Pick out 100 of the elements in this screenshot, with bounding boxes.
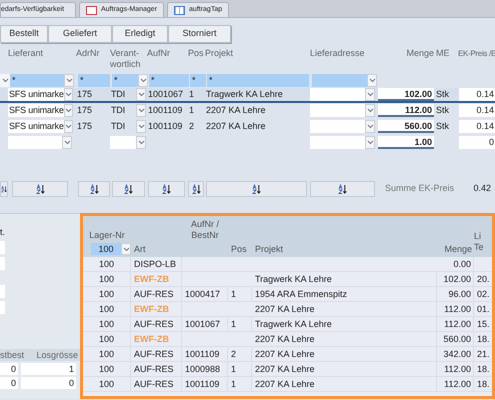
- input-field[interactable]: 0: [21, 377, 76, 389]
- table-cell: 20.: [474, 272, 492, 286]
- table-cell: 100: [83, 272, 131, 286]
- price-field[interactable]: 0: [459, 136, 495, 149]
- table-cell: 15.: [474, 317, 492, 331]
- combo-box[interactable]: SFS unimarke: [8, 104, 72, 117]
- table-cell: 1001067: [182, 317, 228, 331]
- table-cell: 112.00: [437, 317, 474, 331]
- input-field[interactable]: 1: [21, 363, 76, 375]
- table-cell: 102.00: [437, 272, 474, 286]
- table-cell: AUF-RES: [131, 362, 182, 376]
- combo-box[interactable]: SFS unimarke: [8, 88, 72, 101]
- column-header: AdrNr: [76, 48, 101, 59]
- table-cell: 1954 ARA Emmenspitz: [252, 287, 437, 301]
- table-cell-text: 1001067: [147, 88, 184, 101]
- table-cell: 100: [83, 362, 131, 376]
- input-field[interactable]: 0: [0, 377, 18, 389]
- sort-button[interactable]: [0, 181, 8, 197]
- status-button[interactable]: Erledigt: [112, 25, 168, 43]
- table-cell-text: Stk: [436, 88, 450, 101]
- table-cell: 21.: [474, 347, 492, 361]
- filter-field[interactable]: *: [149, 74, 189, 87]
- table-cell-text: 2207 KA Lehre: [205, 104, 267, 117]
- filter-field[interactable]: *: [10, 74, 74, 87]
- column-header: Li Te: [474, 231, 485, 253]
- table-row[interactable]: SFS unimarke 175 TDI 1001067 1 Tragwerk KA Lehre 102.00 Stk 0.14: [0, 88, 495, 103]
- table-cell-text: 175: [76, 120, 94, 133]
- column-header: Menge: [405, 48, 434, 59]
- column-header: Lieferadresse: [310, 48, 366, 59]
- table-cell: AUF-RES: [131, 377, 182, 391]
- column-header: Menge: [443, 244, 473, 255]
- sort-icon: [1, 184, 7, 194]
- column-header: Pos: [188, 48, 204, 59]
- table-cell-text: Stk: [436, 120, 450, 133]
- table-row[interactable]: 1.00 0: [0, 136, 495, 151]
- filter-field[interactable]: *: [207, 74, 309, 87]
- input-field[interactable]: 0: [0, 363, 18, 375]
- column-header: Verant-wortlich: [110, 48, 142, 70]
- status-button[interactable]: Geliefert: [48, 25, 112, 43]
- input-field[interactable]: [0, 257, 5, 270]
- table-cell: 100: [83, 332, 131, 346]
- table-cell: 560.00: [437, 332, 474, 346]
- table-cell: 100: [83, 317, 131, 331]
- table-cell: 2: [228, 347, 252, 361]
- table-cell: 112.00: [437, 377, 474, 391]
- input-field[interactable]: [0, 301, 5, 314]
- sort-icon: [90, 184, 98, 194]
- column-header: Projekt: [205, 48, 234, 59]
- combo-box[interactable]: TDI: [110, 104, 146, 117]
- table-cell: 100: [83, 302, 131, 316]
- table-cell: 2207 KA Lehre: [252, 332, 437, 346]
- column-header: Lieferant: [8, 48, 44, 59]
- table-cell: AUF-RES: [131, 287, 182, 301]
- sum-value: 0.42: [472, 182, 492, 196]
- quantity-field[interactable]: 112.00: [378, 104, 434, 117]
- table-cell: 112.00: [437, 362, 474, 376]
- table-cell: 18.: [474, 332, 492, 346]
- status-button[interactable]: Bestellt: [0, 25, 48, 43]
- column-header: AufNr / BestNr: [190, 219, 220, 241]
- table-cell-text: 1: [188, 88, 196, 101]
- sort-icon: [162, 184, 171, 194]
- table-row[interactable]: SFS unimarke 175 TDI 1001109 2 2207 KA Lehre 560.00 Stk 0.14: [0, 120, 495, 135]
- table-cell: 112.00: [437, 302, 474, 316]
- quantity-field[interactable]: 560.00: [378, 120, 434, 133]
- table-cell: EWF-ZB: [131, 302, 182, 316]
- table-cell: 1: [228, 287, 252, 301]
- price-field[interactable]: 0.14: [459, 88, 495, 101]
- table-cell: 1001109: [182, 377, 228, 391]
- filter-field[interactable]: *: [190, 74, 206, 87]
- price-field[interactable]: 0.14: [459, 104, 495, 117]
- table-cell: EWF-ZB: [131, 272, 182, 286]
- filter-field[interactable]: [312, 74, 377, 87]
- filter-field[interactable]: *: [78, 74, 110, 87]
- table-cell: 2207 KA Lehre: [252, 302, 437, 316]
- table-cell: 100: [83, 287, 131, 301]
- combo-box[interactable]: SFS unimarke: [8, 120, 72, 133]
- table-cell-text: 1001109: [147, 104, 184, 117]
- quantity-field[interactable]: 102.00: [378, 88, 434, 101]
- price-field[interactable]: 0.14: [459, 120, 495, 133]
- table-row[interactable]: SFS unimarke 175 TDI 1001109 1 2207 KA Lehre 112.00 Stk 0.14: [0, 104, 495, 119]
- table-cell: 96.00: [437, 287, 474, 301]
- table-cell: 100: [83, 377, 131, 391]
- filter-field[interactable]: *: [112, 74, 148, 87]
- status-button[interactable]: Storniert: [168, 25, 231, 43]
- sort-button[interactable]: [188, 181, 204, 197]
- table-cell: 02.: [474, 287, 492, 301]
- input-field[interactable]: [0, 285, 5, 298]
- quantity-field[interactable]: 1.00: [378, 136, 434, 149]
- table-cell: 18.: [474, 377, 492, 391]
- table-cell: Tragwerk KA Lehre: [252, 272, 437, 286]
- combo-box[interactable]: TDI: [110, 88, 146, 101]
- filter-field[interactable]: 100: [91, 243, 131, 255]
- table-cell: 2207 KA Lehre: [252, 347, 437, 361]
- combo-box[interactable]: TDI: [110, 120, 146, 133]
- sum-label: Summe EK-Preis: [385, 182, 455, 196]
- input-field[interactable]: [0, 241, 5, 254]
- column-header: AufNr: [147, 48, 172, 59]
- table-cell: DISPO-LB: [131, 257, 182, 271]
- table-cell: 100: [83, 257, 131, 271]
- sort-icon: [124, 184, 133, 194]
